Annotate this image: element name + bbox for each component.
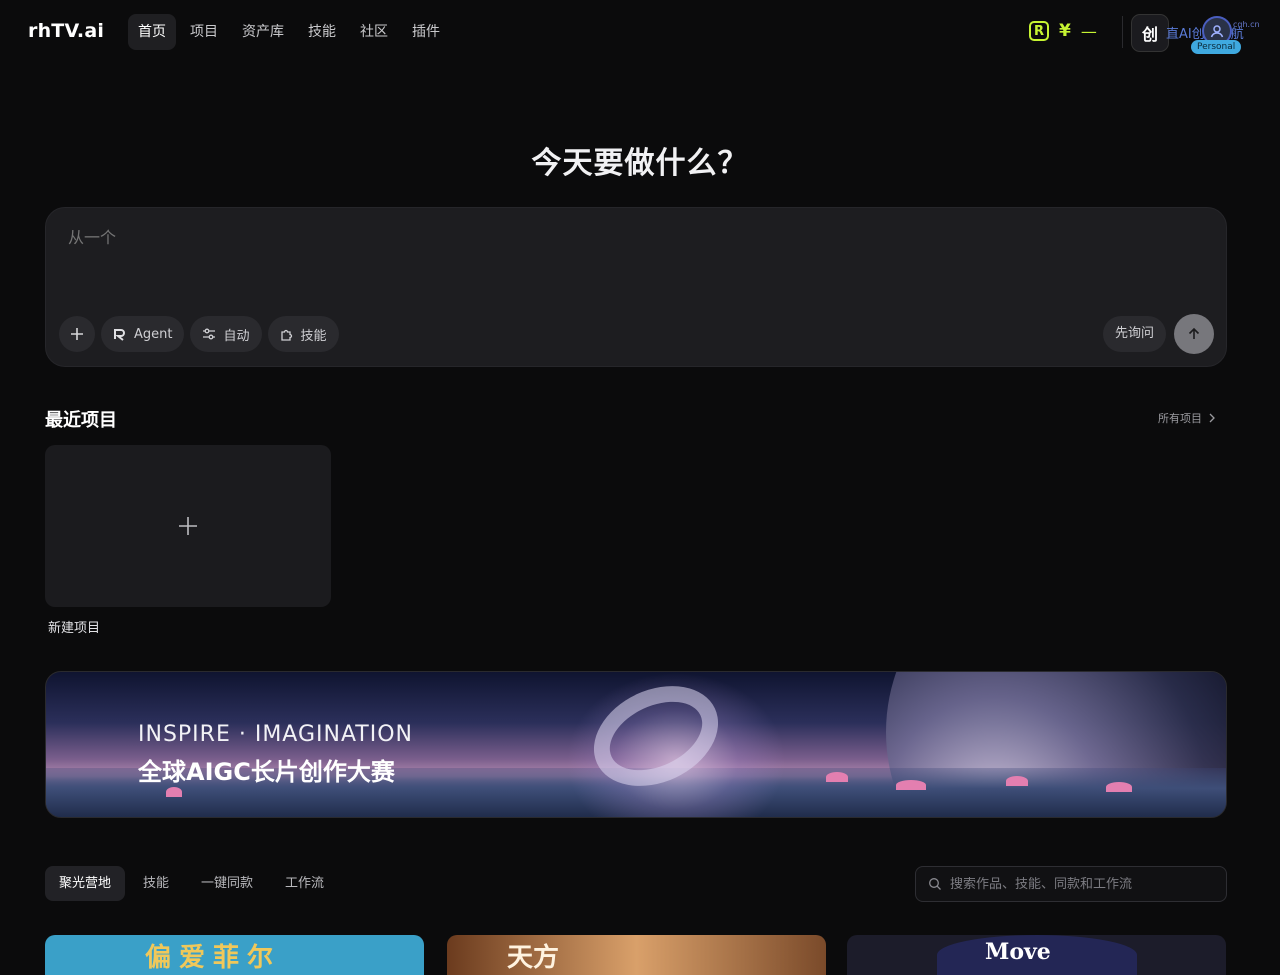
explore-search (915, 866, 1227, 902)
banner-title-cn: 全球AIGC长片创作大赛 (138, 758, 395, 786)
gallery-card[interactable]: 天方 (447, 935, 826, 975)
nav-item-skills[interactable]: 技能 (298, 14, 346, 50)
nav-item-plugins[interactable]: 插件 (402, 14, 450, 50)
nav-item-home[interactable]: 首页 (128, 14, 176, 50)
puzzle-icon (280, 329, 292, 341)
extension-icon[interactable]: 创 (1131, 14, 1169, 52)
banner-mushroom (1006, 776, 1028, 786)
nav-item-projects[interactable]: 项目 (180, 14, 228, 50)
sliders-icon (203, 328, 216, 340)
currency-symbol: ¥ (1059, 21, 1071, 41)
search-input[interactable] (950, 876, 1210, 892)
banner-mushroom (1106, 782, 1132, 792)
tab-workflow[interactable]: 工作流 (271, 866, 338, 901)
tab-skills[interactable]: 技能 (129, 866, 183, 901)
user-icon (1210, 25, 1224, 38)
skill-label: 技能 (300, 328, 327, 344)
nav-item-assets[interactable]: 资产库 (232, 14, 294, 50)
credits-display[interactable]: R ¥ — (1029, 21, 1097, 41)
banner-title-en: INSPIRE · IMAGINATION (138, 722, 413, 747)
send-button[interactable] (1174, 314, 1214, 354)
chevron-right-icon (1209, 413, 1215, 423)
main-nav: 首页 项目 资产库 技能 社区 插件 (128, 14, 454, 50)
agent-label: Agent (134, 326, 173, 342)
agent-button[interactable]: Agent (101, 316, 185, 352)
arrow-up-icon (1188, 327, 1200, 339)
gallery-card-title: 偏爱菲尔 (145, 943, 282, 973)
nav-item-community[interactable]: 社区 (350, 14, 398, 50)
skill-button[interactable]: 技能 (267, 316, 339, 352)
ask-first-button[interactable]: 先询问 (1103, 316, 1167, 352)
new-project-card[interactable] (45, 445, 331, 607)
banner-mushroom (896, 780, 926, 790)
banner-mushroom (166, 787, 182, 797)
composer-toolbar: Agent 自动 技能 (59, 316, 339, 352)
agent-r-icon (114, 329, 125, 341)
credits-r-icon: R (1029, 21, 1049, 41)
auto-mode-button[interactable]: 自动 (190, 316, 262, 352)
gallery-card-title: 天方 (507, 943, 560, 973)
recent-projects-title: 最近项目 (45, 410, 117, 431)
all-projects-label: 所有项目 (1158, 412, 1202, 425)
gallery-card-title: Move (985, 939, 1051, 965)
app-logo[interactable]: rhTV.ai (28, 20, 104, 42)
tab-one-click[interactable]: 一键同款 (187, 866, 267, 901)
top-bar: rhTV.ai 首页 项目 资产库 技能 社区 插件 R ¥ — 创 直AI创作… (0, 0, 1280, 64)
plan-badge: Personal (1191, 40, 1242, 54)
contest-banner[interactable]: INSPIRE · IMAGINATION 全球AIGC长片创作大赛 (45, 671, 1227, 818)
avatar-caption: cqh.cn (1233, 20, 1260, 29)
page-title: 今天要做什么？ (531, 146, 749, 181)
prompt-composer: Agent 自动 技能 先询问 (45, 207, 1227, 367)
all-projects-link[interactable]: 所有项目 (1158, 410, 1216, 426)
search-icon (929, 878, 941, 890)
divider (1122, 16, 1123, 48)
gallery-card[interactable]: 偏爱菲尔 (45, 935, 424, 975)
auto-label: 自动 (223, 328, 250, 344)
new-project-label: 新建项目 (48, 621, 101, 636)
gallery-card[interactable]: Move (847, 935, 1226, 975)
tab-spotlight[interactable]: 聚光营地 (45, 866, 126, 901)
prompt-input[interactable] (68, 228, 1068, 247)
banner-mushroom (826, 772, 848, 782)
explore-tabs: 聚光营地 技能 一键同款 工作流 (45, 866, 338, 901)
plus-icon (71, 328, 83, 340)
plus-icon (179, 517, 197, 535)
add-attachment-button[interactable] (59, 316, 95, 352)
credits-value: — (1080, 21, 1097, 41)
